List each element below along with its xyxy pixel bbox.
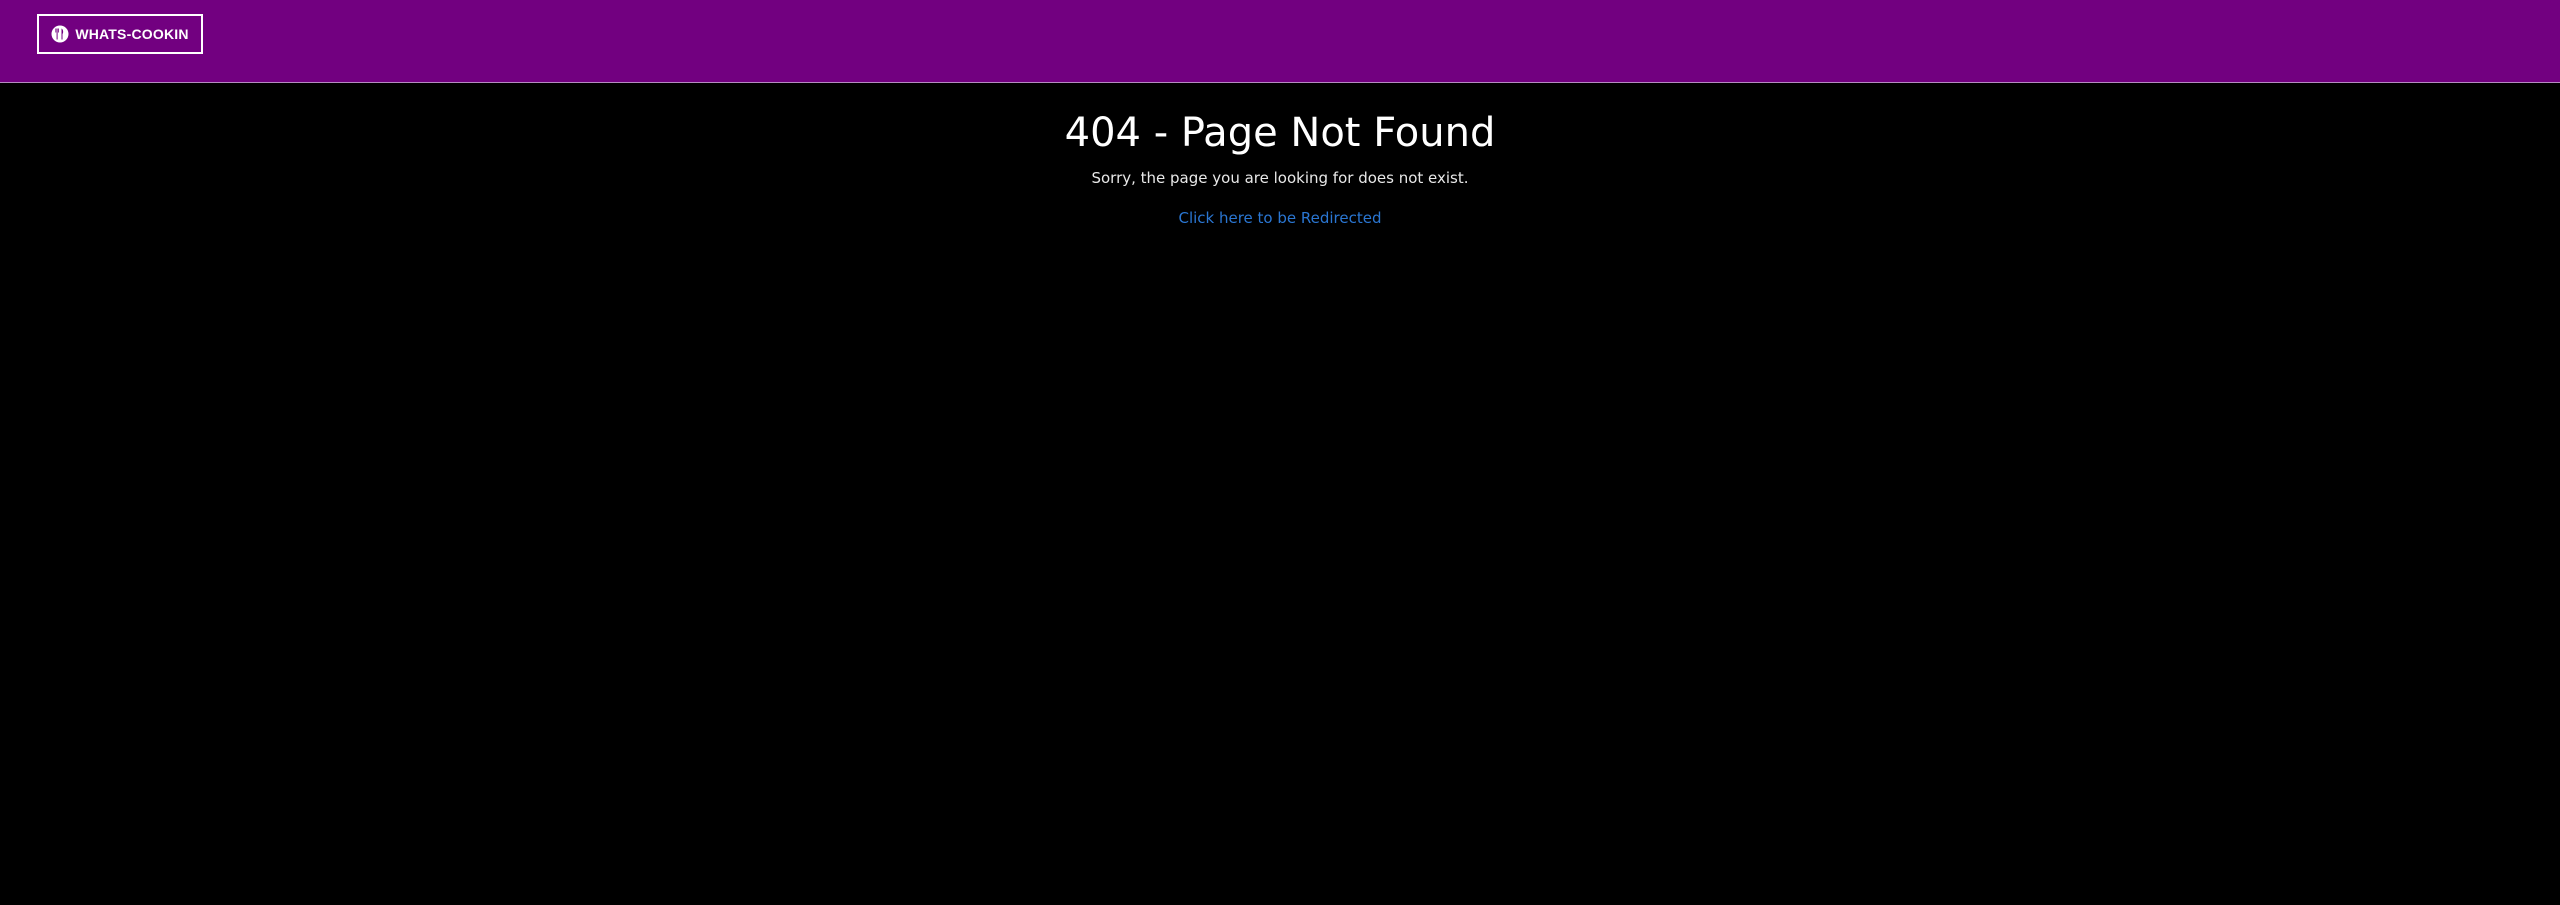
redirect-link[interactable]: Click here to be Redirected bbox=[1178, 208, 1381, 228]
brand-label: WHATS-COOKIN bbox=[75, 26, 189, 42]
brand-home-link[interactable]: WHATS-COOKIN bbox=[37, 14, 203, 54]
not-found-content: 404 - Page Not Found Sorry, the page you… bbox=[0, 84, 2560, 228]
page-title: 404 - Page Not Found bbox=[1064, 110, 1496, 156]
fork-knife-icon bbox=[51, 25, 69, 43]
error-message: Sorry, the page you are looking for does… bbox=[1091, 169, 1469, 187]
top-navbar: WHATS-COOKIN bbox=[0, 0, 2560, 83]
